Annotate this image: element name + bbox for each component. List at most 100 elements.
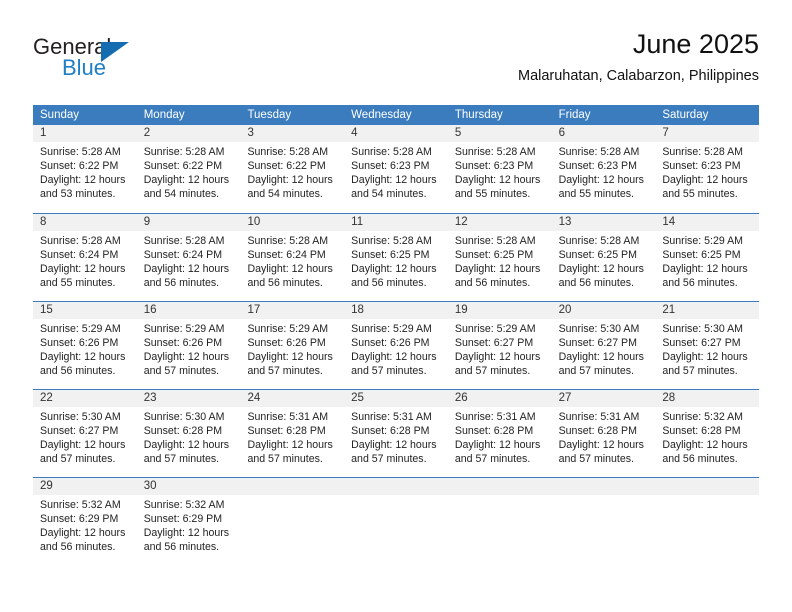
day-cell[interactable]: 7 Sunrise: 5:28 AM Sunset: 6:23 PM Daylight… — [655, 125, 760, 213]
sunset-text: Sunset: 6:29 PM — [143, 513, 223, 525]
day-details: Sunrise: 5:30 AM Sunset: 6:27 PM Daylight:… — [552, 319, 656, 378]
daylight-text-line2: and 53 minutes. — [40, 188, 116, 200]
sunrise-text: Sunrise: 5:29 AM — [351, 323, 432, 335]
day-number — [447, 478, 552, 495]
day-number: 16 — [136, 302, 241, 319]
page-header: General Blue June 2025 Malaruhatan, Cala… — [33, 28, 759, 98]
day-cell[interactable]: 2 Sunrise: 5:28 AM Sunset: 6:22 PM Daylight… — [136, 125, 241, 213]
weekday-header-thursday: Thursday — [454, 109, 503, 121]
sunrise-text: Sunrise: 5:30 AM — [558, 323, 640, 335]
day-cell[interactable]: 21 Sunrise: 5:30 AM Sunset: 6:27 PM Dayligh… — [655, 302, 760, 389]
daylight-text-line1: Daylight: 12 hours — [143, 351, 230, 363]
weekday-header-saturday: Saturday — [662, 109, 709, 121]
day-number: 7 — [655, 125, 760, 142]
day-cell-empty — [655, 478, 760, 567]
daylight-text-line2: and 56 minutes. — [40, 541, 116, 553]
sunset-text: Sunset: 6:27 PM — [40, 425, 119, 437]
logo-word-blue: Blue — [62, 55, 107, 80]
sunset-text: Sunset: 6:23 PM — [662, 160, 741, 172]
calendar-week-row: 29 Sunrise: 5:32 AM Sunset: 6:29 PM Dayligh… — [33, 477, 760, 567]
sunset-text: Sunset: 6:23 PM — [558, 160, 637, 172]
day-cell[interactable]: 28 Sunrise: 5:32 AM Sunset: 6:28 PM Dayligh… — [655, 390, 760, 477]
weekday-header-sunday: Sunday — [40, 109, 80, 121]
day-cell[interactable]: 20 Sunrise: 5:30 AM Sunset: 6:27 PM Dayligh… — [551, 302, 656, 389]
day-details: Sunrise: 5:29 AM Sunset: 6:26 PM Daylight:… — [137, 319, 241, 378]
day-details: Sunrise: 5:28 AM Sunset: 6:25 PM Daylight:… — [344, 231, 448, 290]
daylight-text-line1: Daylight: 12 hours — [351, 263, 437, 275]
daylight-text-line1: Daylight: 12 hours — [558, 263, 644, 275]
day-cell[interactable]: 9 Sunrise: 5:28 AM Sunset: 6:24 PM Daylight… — [136, 214, 241, 301]
sunrise-text: Sunrise: 5:31 AM — [247, 411, 329, 423]
day-details: Sunrise: 5:28 AM Sunset: 6:25 PM Daylight:… — [552, 231, 656, 290]
daylight-text-line2: and 57 minutes. — [247, 453, 323, 465]
day-cell[interactable]: 16 Sunrise: 5:29 AM Sunset: 6:26 PM Dayligh… — [136, 302, 241, 389]
sunset-text: Sunset: 6:22 PM — [40, 160, 119, 172]
daylight-text-line1: Daylight: 12 hours — [662, 439, 748, 451]
day-cell[interactable]: 5 Sunrise: 5:28 AM Sunset: 6:23 PM Daylight… — [447, 125, 552, 213]
daylight-text-line1: Daylight: 12 hours — [351, 174, 437, 186]
day-number: 2 — [136, 125, 241, 142]
day-cell[interactable]: 19 Sunrise: 5:29 AM Sunset: 6:27 PM Dayligh… — [447, 302, 552, 389]
day-cell[interactable]: 1 Sunrise: 5:28 AM Sunset: 6:22 PM Daylight… — [33, 125, 137, 213]
sunrise-text: Sunrise: 5:29 AM — [454, 323, 536, 335]
day-cell[interactable]: 29 Sunrise: 5:32 AM Sunset: 6:29 PM Dayligh… — [33, 478, 137, 567]
day-cell[interactable]: 26 Sunrise: 5:31 AM Sunset: 6:28 PM Dayligh… — [447, 390, 552, 477]
day-number: 1 — [33, 125, 137, 142]
daylight-text-line1: Daylight: 12 hours — [247, 351, 333, 363]
general-blue-logo[interactable]: General Blue — [33, 34, 163, 88]
daylight-text-line1: Daylight: 12 hours — [143, 263, 230, 275]
daylight-text-line1: Daylight: 12 hours — [40, 527, 126, 539]
day-details: Sunrise: 5:31 AM Sunset: 6:28 PM Daylight:… — [240, 407, 344, 466]
daylight-text-line2: and 57 minutes. — [351, 453, 427, 465]
daylight-text-line2: and 57 minutes. — [454, 453, 531, 465]
weekday-header-row: Sunday Monday Tuesday Wednesday Thursday… — [33, 105, 759, 125]
day-details: Sunrise: 5:28 AM Sunset: 6:22 PM Daylight:… — [33, 142, 137, 201]
day-details: Sunrise: 5:29 AM Sunset: 6:26 PM Daylight:… — [240, 319, 344, 378]
day-cell[interactable]: 14 Sunrise: 5:29 AM Sunset: 6:25 PM Dayligh… — [655, 214, 760, 301]
day-details: Sunrise: 5:31 AM Sunset: 6:28 PM Daylight:… — [552, 407, 656, 466]
day-details: Sunrise: 5:30 AM Sunset: 6:28 PM Daylight:… — [137, 407, 241, 466]
daylight-text-line1: Daylight: 12 hours — [247, 439, 333, 451]
day-cell[interactable]: 23 Sunrise: 5:30 AM Sunset: 6:28 PM Dayligh… — [136, 390, 241, 477]
day-details: Sunrise: 5:28 AM Sunset: 6:25 PM Daylight:… — [448, 231, 552, 290]
day-number: 10 — [240, 214, 345, 231]
day-cell[interactable]: 22 Sunrise: 5:30 AM Sunset: 6:27 PM Dayligh… — [33, 390, 137, 477]
daylight-text-line1: Daylight: 12 hours — [662, 174, 748, 186]
daylight-text-line1: Daylight: 12 hours — [558, 174, 644, 186]
day-cell[interactable]: 27 Sunrise: 5:31 AM Sunset: 6:28 PM Dayligh… — [551, 390, 656, 477]
daylight-text-line2: and 56 minutes. — [40, 365, 116, 377]
daylight-text-line2: and 56 minutes. — [662, 453, 738, 465]
sunrise-text: Sunrise: 5:30 AM — [662, 323, 743, 335]
sunset-text: Sunset: 6:23 PM — [351, 160, 430, 172]
day-cell[interactable]: 13 Sunrise: 5:28 AM Sunset: 6:25 PM Dayligh… — [551, 214, 656, 301]
day-cell[interactable]: 17 Sunrise: 5:29 AM Sunset: 6:26 PM Dayligh… — [240, 302, 345, 389]
daylight-text-line2: and 54 minutes. — [143, 188, 220, 200]
calendar-weeks: 1 Sunrise: 5:28 AM Sunset: 6:22 PM Daylight… — [33, 125, 760, 567]
sunset-text: Sunset: 6:25 PM — [454, 249, 534, 261]
day-cell[interactable]: 12 Sunrise: 5:28 AM Sunset: 6:25 PM Dayligh… — [447, 214, 552, 301]
day-number: 19 — [447, 302, 552, 319]
daylight-text-line2: and 55 minutes. — [454, 188, 531, 200]
daylight-text-line2: and 57 minutes. — [454, 365, 531, 377]
day-number: 17 — [240, 302, 345, 319]
day-cell[interactable]: 10 Sunrise: 5:28 AM Sunset: 6:24 PM Dayligh… — [240, 214, 345, 301]
day-cell[interactable]: 3 Sunrise: 5:28 AM Sunset: 6:22 PM Daylight… — [240, 125, 345, 213]
day-cell[interactable]: 6 Sunrise: 5:28 AM Sunset: 6:23 PM Daylight… — [551, 125, 656, 213]
daylight-text-line1: Daylight: 12 hours — [351, 351, 437, 363]
day-cell[interactable]: 8 Sunrise: 5:28 AM Sunset: 6:24 PM Daylight… — [33, 214, 137, 301]
day-number: 11 — [344, 214, 448, 231]
calendar-page: General Blue June 2025 Malaruhatan, Cala… — [0, 0, 792, 612]
day-cell[interactable]: 15 Sunrise: 5:29 AM Sunset: 6:26 PM Dayligh… — [33, 302, 137, 389]
calendar-week-row: 22 Sunrise: 5:30 AM Sunset: 6:27 PM Dayligh… — [33, 389, 760, 477]
day-number — [655, 478, 760, 495]
sunrise-text: Sunrise: 5:28 AM — [40, 235, 121, 247]
day-cell[interactable]: 11 Sunrise: 5:28 AM Sunset: 6:25 PM Dayligh… — [344, 214, 448, 301]
day-number: 28 — [655, 390, 760, 407]
day-cell[interactable]: 24 Sunrise: 5:31 AM Sunset: 6:28 PM Dayligh… — [240, 390, 345, 477]
day-cell[interactable]: 18 Sunrise: 5:29 AM Sunset: 6:26 PM Dayligh… — [344, 302, 448, 389]
day-cell[interactable]: 30 Sunrise: 5:32 AM Sunset: 6:29 PM Dayligh… — [136, 478, 241, 567]
day-cell[interactable]: 4 Sunrise: 5:28 AM Sunset: 6:23 PM Daylight… — [344, 125, 448, 213]
day-details: Sunrise: 5:32 AM Sunset: 6:29 PM Daylight:… — [137, 495, 241, 554]
sunrise-text: Sunrise: 5:28 AM — [558, 235, 640, 247]
day-cell[interactable]: 25 Sunrise: 5:31 AM Sunset: 6:28 PM Dayligh… — [344, 390, 448, 477]
